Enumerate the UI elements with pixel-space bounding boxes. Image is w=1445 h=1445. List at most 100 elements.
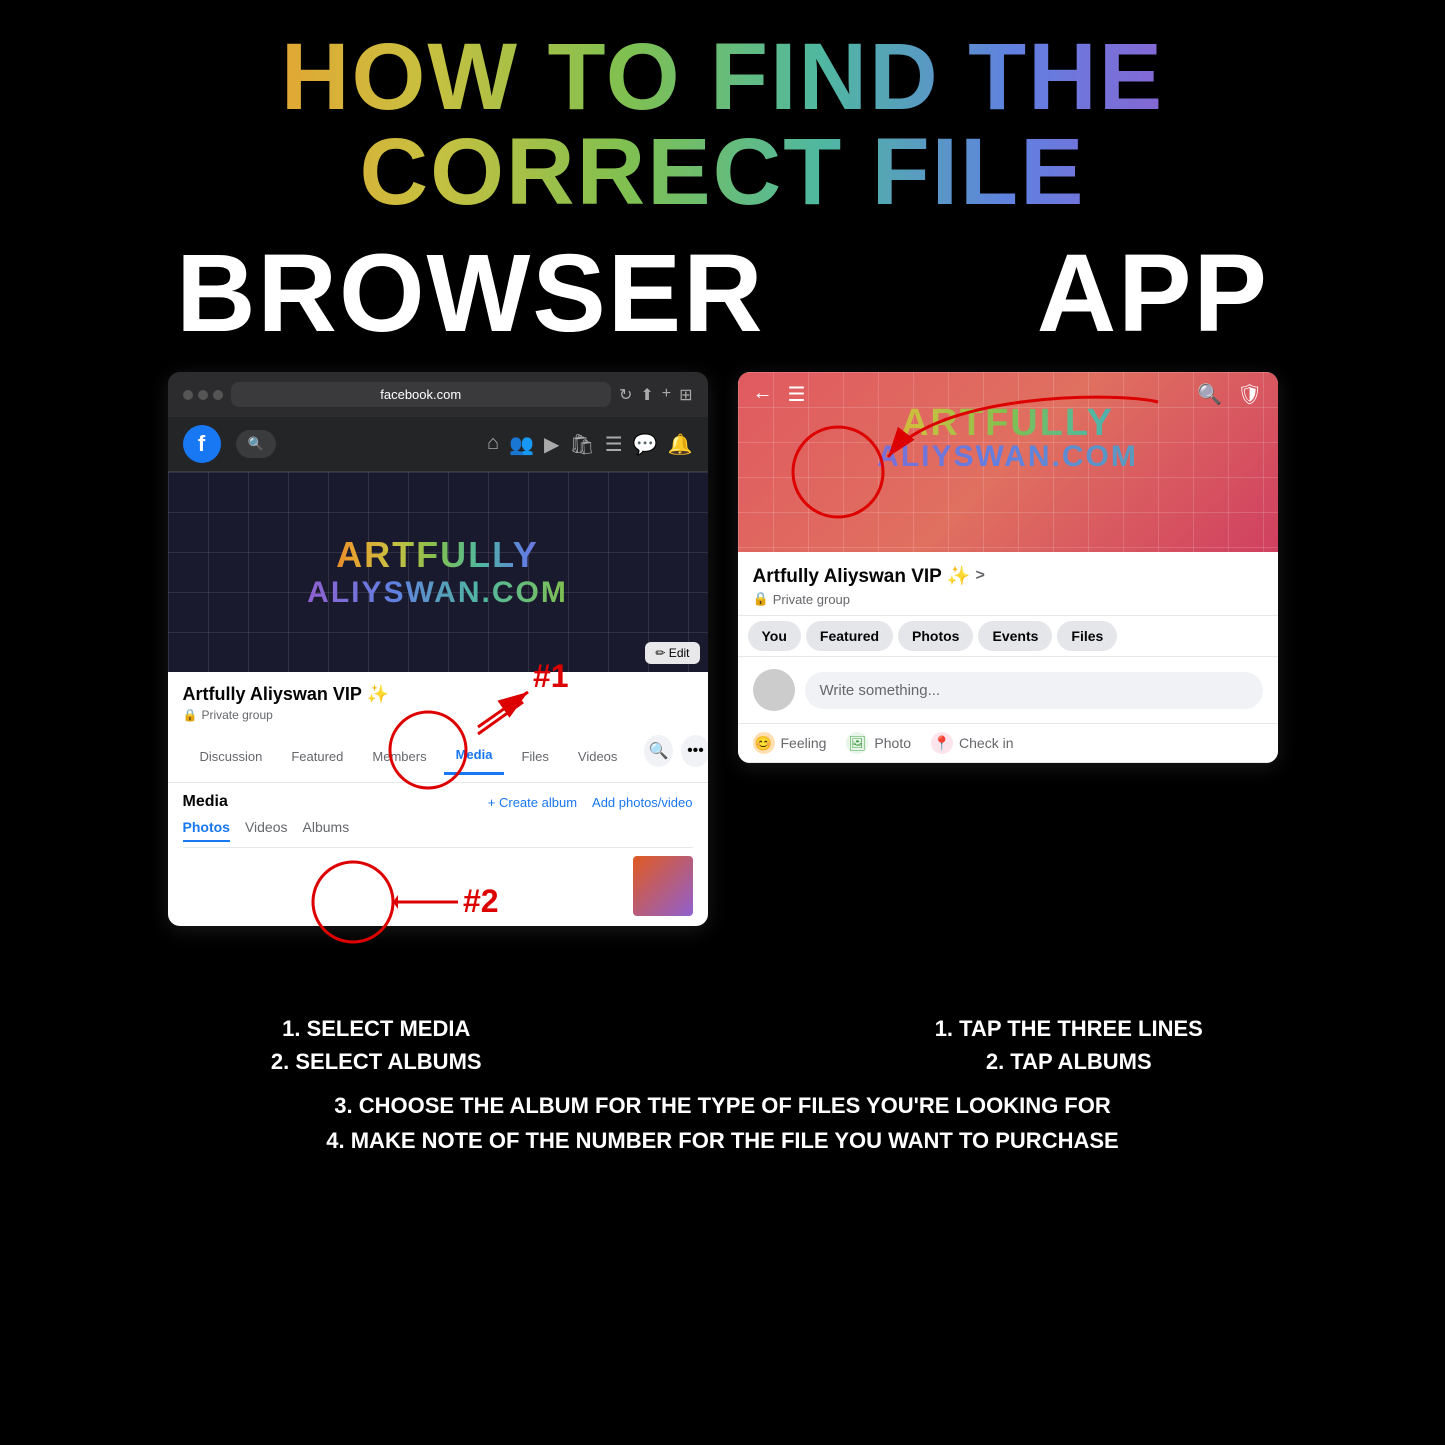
browser-col-header: BROWSER [176, 230, 764, 357]
instructions-full: 3. CHOOSE THE ALBUM FOR THE TYPE OF FILE… [40, 1088, 1405, 1158]
media-thumbnail [633, 856, 693, 916]
main-container: HOW TO FIND THE CORRECT FILE BROWSER APP… [0, 0, 1445, 1445]
menu-icon: ☰ [605, 432, 623, 457]
fb-tab-featured[interactable]: Featured [279, 739, 355, 774]
reload-icon: ↻ [619, 385, 632, 405]
more-tab-icon[interactable]: ••• [681, 735, 707, 767]
fb-cover-swan: ALIYSWAN.COM [307, 576, 568, 610]
browser-instr-line2: 2. SELECT ALBUMS [40, 1045, 713, 1078]
fb-cover-text: ARTFULLY ALIYSWAN.COM [307, 534, 568, 610]
app-action-photo[interactable]: 🖼 Photo [846, 732, 911, 754]
fb-tab-actions: 🔍 ••• + Invite [639, 730, 707, 782]
shield-icon[interactable]: 🛡 [1237, 382, 1262, 407]
store-icon: 🛍 [569, 432, 594, 457]
app-col-header: APP [1037, 230, 1269, 357]
browser-dot-3 [213, 390, 223, 400]
fb-logo: f [183, 425, 221, 463]
create-album-link[interactable]: + Create album [488, 795, 577, 810]
fb-cover: ARTFULLY ALIYSWAN.COM ✏ Edit [168, 472, 708, 672]
home-icon: ⌂ [487, 432, 499, 457]
feeling-icon: 😊 [753, 732, 775, 754]
fb-media-tab-photos[interactable]: Photos [183, 819, 230, 842]
app-post-area: Write something... [738, 657, 1278, 724]
app-tab-photos[interactable]: Photos [898, 621, 973, 651]
fb-media-title: Media [183, 793, 228, 811]
app-swan: ALIYSWAN.COM [753, 440, 1263, 474]
screenshots-row: facebook.com ↻ ⬆ + ⊞ f 🔍 ⌂ [40, 372, 1405, 992]
instructions-row: 1. SELECT MEDIA 2. SELECT ALBUMS 1. TAP … [40, 1012, 1405, 1078]
browser-toolbar: facebook.com ↻ ⬆ + ⊞ [168, 372, 708, 417]
back-icon[interactable]: ← [753, 382, 773, 407]
instr-line4: 4. MAKE NOTE OF THE NUMBER FOR THE FILE … [40, 1123, 1405, 1158]
fb-tabs: Discussion Featured Members Media Files … [178, 737, 640, 775]
app-post-actions: 😊 Feeling 🖼 Photo 📍 Check in [738, 724, 1278, 763]
app-screenshot: ← ☰ 🔍 🛡 ARTFULLY ALIYSWAN.COM [738, 372, 1278, 763]
fb-edit-btn[interactable]: ✏ Edit [645, 642, 699, 664]
app-group-info: Artfully Aliyswan VIP ✨ > 🔒 Private grou… [738, 552, 1278, 616]
media-thumbnails [183, 856, 693, 916]
app-instructions: 1. TAP THE THREE LINES 2. TAP ALBUMS [733, 1012, 1406, 1078]
browser-screenshot: facebook.com ↻ ⬆ + ⊞ f 🔍 ⌂ [168, 372, 708, 926]
friends-icon: 👥 [509, 432, 534, 457]
add-photos-link[interactable]: Add photos/video [592, 795, 692, 810]
messenger-icon: 💬 [633, 432, 658, 457]
app-lock-icon: 🔒 [753, 591, 769, 607]
app-topbar-right: 🔍 🛡 [1197, 382, 1262, 407]
app-instr-line2: 2. TAP ALBUMS [733, 1045, 1406, 1078]
app-post-input[interactable]: Write something... [805, 672, 1263, 709]
fb-tab-members[interactable]: Members [360, 739, 438, 774]
fb-media-tab-videos[interactable]: Videos [245, 819, 288, 842]
browser-screenshot-wrapper: facebook.com ↻ ⬆ + ⊞ f 🔍 ⌂ [168, 372, 708, 992]
app-tabs: You Featured Photos Events Files [738, 616, 1278, 657]
browser-url: facebook.com [231, 382, 611, 407]
app-avatar [753, 669, 795, 711]
fb-search-box[interactable]: 🔍 [236, 430, 276, 458]
fb-tab-media[interactable]: Media [444, 737, 505, 775]
app-action-checkin[interactable]: 📍 Check in [931, 732, 1013, 754]
fb-media-section: Media + Create album Add photos/video Ph… [168, 783, 708, 926]
app-tab-files[interactable]: Files [1057, 621, 1117, 651]
instr-line3: 3. CHOOSE THE ALBUM FOR THE TYPE OF FILE… [40, 1088, 1405, 1123]
lock-icon: 🔒 [183, 708, 198, 722]
fb-media-tabs: Photos Videos Albums [183, 819, 693, 848]
fb-media-links: + Create album Add photos/video [488, 795, 693, 810]
fb-media-tab-albums[interactable]: Albums [303, 819, 350, 842]
app-group-name: Artfully Aliyswan VIP ✨ > [753, 564, 1263, 588]
fb-group-name: Artfully Aliyswan VIP ✨ [183, 684, 693, 705]
app-tab-featured[interactable]: Featured [806, 621, 893, 651]
fb-tab-discussion[interactable]: Discussion [188, 739, 275, 774]
app-header: ← ☰ 🔍 🛡 ARTFULLY ALIYSWAN.COM [738, 372, 1278, 552]
fb-nav-icons: ⌂ 👥 ▶ 🛍 ☰ 💬 🔔 [487, 432, 693, 457]
col-headers: BROWSER APP [40, 230, 1405, 357]
share-icon: ⬆ [640, 385, 653, 405]
bell-icon: 🔔 [668, 432, 693, 457]
grid-icon: ⊞ [679, 385, 692, 405]
app-tab-you[interactable]: You [748, 621, 801, 651]
hamburger-icon[interactable]: ☰ [788, 382, 806, 407]
fb-tab-files[interactable]: Files [509, 739, 560, 774]
search-tab-icon[interactable]: 🔍 [644, 735, 673, 767]
fb-nav: f 🔍 ⌂ 👥 ▶ 🛍 ☰ 💬 🔔 [168, 417, 708, 472]
app-tab-events[interactable]: Events [978, 621, 1052, 651]
fb-tab-videos[interactable]: Videos [566, 739, 630, 774]
app-search-icon[interactable]: 🔍 [1197, 382, 1222, 407]
watch-icon: ▶ [544, 432, 559, 457]
fb-media-header: Media + Create album Add photos/video [183, 793, 693, 811]
browser-instr-line1: 1. SELECT MEDIA [40, 1012, 713, 1045]
app-screenshot-wrapper: ← ☰ 🔍 🛡 ARTFULLY ALIYSWAN.COM [738, 372, 1278, 992]
browser-instructions: 1. SELECT MEDIA 2. SELECT ALBUMS [40, 1012, 713, 1078]
photo-icon: 🖼 [846, 732, 868, 754]
app-group-private: 🔒 Private group [753, 591, 1263, 607]
browser-dot-1 [183, 390, 193, 400]
fb-group-info: Artfully Aliyswan VIP ✨ 🔒 Private group [168, 672, 708, 730]
fb-cover-artfully: ARTFULLY [307, 534, 568, 576]
plus-icon: + [662, 385, 671, 405]
fb-tabs-row: Discussion Featured Members Media Files … [168, 730, 708, 783]
app-action-feeling[interactable]: 😊 Feeling [753, 732, 827, 754]
search-icon: 🔍 [248, 436, 264, 452]
app-topbar: ← ☰ 🔍 🛡 [738, 372, 1278, 417]
app-topbar-left: ← ☰ [753, 382, 806, 407]
browser-dot-2 [198, 390, 208, 400]
browser-dots [183, 390, 223, 400]
page-title: HOW TO FIND THE CORRECT FILE [40, 30, 1405, 220]
